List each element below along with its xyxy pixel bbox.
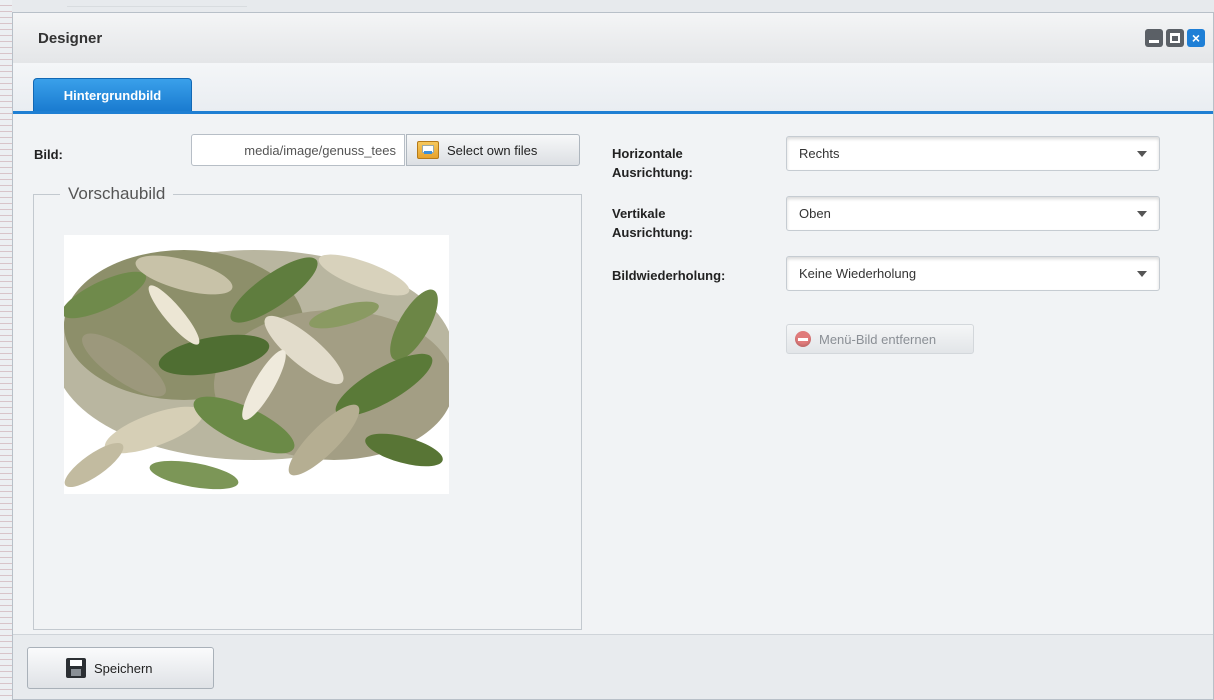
chevron-down-icon[interactable] [1125,137,1159,170]
file-browser-icon [417,141,439,159]
select-own-files-label: Select own files [447,142,538,158]
maximize-icon[interactable] [1166,29,1184,47]
image-path-field[interactable]: media/image/genuss_tees [191,134,405,166]
minimize-icon[interactable] [1145,29,1163,47]
image-repeat-value: Keine Wiederholung [799,266,917,281]
horizontal-alignment-value: Rechts [799,146,840,161]
remove-menu-image-button[interactable]: Menü-Bild entfernen [786,324,974,354]
select-own-files-button[interactable]: Select own files [406,134,580,166]
window-controls: × [1145,29,1205,47]
designer-window: Designer × Hintergrundbild Bild: media/i… [12,12,1214,700]
floppy-disk-icon [66,658,86,678]
tab-hintergrundbild[interactable]: Hintergrundbild [33,78,192,111]
window-title: Designer [38,30,103,47]
vertical-alignment-label: Vertikale Ausrichtung: [612,206,693,240]
horizontal-alignment-label: Horizontale Ausrichtung: [612,146,693,180]
chevron-down-icon[interactable] [1125,197,1159,230]
horizontal-alignment-select[interactable]: Rechts [786,136,1160,171]
close-icon[interactable]: × [1187,29,1205,47]
background-page-edge [0,0,12,700]
background-ghost-text [67,0,247,7]
window-titlebar[interactable]: Designer × [13,13,1213,64]
window-footer: Speichern [13,634,1213,699]
preview-legend: Vorschaubild [68,184,166,203]
vertical-alignment-value: Oben [799,206,831,221]
remove-menu-image-label: Menü-Bild entfernen [819,331,937,347]
save-label: Speichern [94,660,153,676]
chevron-down-icon[interactable] [1125,257,1159,290]
background-page-top [12,0,1214,12]
remove-icon [795,331,811,347]
tab-bar: Hintergrundbild [13,63,1213,114]
tab-content: Bild: media/image/genuss_tees Select own… [13,114,1213,635]
preview-fieldset: Vorschaubild [33,184,582,630]
vertical-alignment-select[interactable]: Oben [786,196,1160,231]
image-repeat-select[interactable]: Keine Wiederholung [786,256,1160,291]
image-repeat-label: Bildwiederholung: [612,268,726,283]
preview-image [64,235,449,494]
save-button[interactable]: Speichern [27,647,214,689]
tea-leaves-image [64,235,449,494]
bild-label: Bild: [34,147,63,162]
